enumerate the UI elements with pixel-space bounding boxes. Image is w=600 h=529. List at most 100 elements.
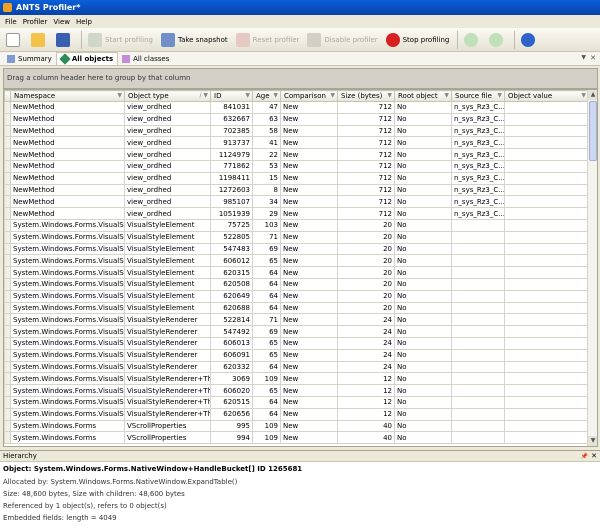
- menu-profiler[interactable]: Profiler: [20, 18, 51, 26]
- table-row[interactable]: System.Windows.Forms.VisualStylesVisualS…: [4, 254, 589, 268]
- table-cell: 109: [252, 372, 281, 386]
- col-header-size[interactable]: Size (bytes) ▼: [337, 90, 395, 102]
- table-cell: 994: [210, 431, 253, 445]
- table-row[interactable]: System.Windows.Forms.VisualStylesVisualS…: [4, 301, 589, 315]
- menu-file[interactable]: File: [2, 18, 20, 26]
- table-cell: NewMethod: [10, 159, 125, 173]
- menu-help[interactable]: Help: [73, 18, 95, 26]
- table-cell: 620332: [210, 360, 253, 374]
- table-cell: No: [394, 348, 452, 362]
- table-row[interactable]: NewMethod view_ordhed 1198411 15 New 712 No n_s…: [4, 171, 589, 185]
- stop-profiling-button[interactable]: Stop profiling: [383, 30, 453, 50]
- table-cell: view_ordhed: [124, 112, 211, 126]
- col-header-object-type[interactable]: Object type / ▼: [124, 90, 211, 102]
- close-tab-icon[interactable]: ✕: [590, 54, 596, 62]
- table-row[interactable]: System.Windows.Forms.VisualStylesVisualS…: [4, 242, 589, 256]
- table-row[interactable]: System.Windows.Forms.VisualStylesVisualS…: [4, 277, 589, 291]
- table-row[interactable]: System.Windows.Forms.VisualStylesVisualS…: [4, 230, 589, 244]
- table-cell: n_sys_Rz3_C...: [451, 159, 505, 173]
- table-row[interactable]: System.Windows.Forms.VisualStylesVisualS…: [4, 266, 589, 279]
- table-cell: 64: [252, 407, 281, 421]
- disable-profiler-button[interactable]: Disable profiler: [304, 30, 380, 50]
- table-row[interactable]: NewMethod view_ordhed 771862 53 New 712 No n_sy…: [4, 159, 589, 173]
- table-row[interactable]: NewMethod view_ordhed 702385 58 New 712 No n_sy…: [4, 124, 589, 138]
- table-row[interactable]: System.Windows.Forms.VisualStylesVisualS…: [4, 289, 589, 303]
- table-cell: 40: [337, 431, 395, 445]
- col-header-object-value[interactable]: Object value ▼: [504, 90, 589, 102]
- table-cell: System.Windows.Forms.VisualStyles: [10, 360, 125, 374]
- help-button[interactable]: [518, 30, 541, 50]
- table-cell: 12: [337, 395, 395, 409]
- table-row[interactable]: System.Windows.Forms.VisualStylesVisualS…: [4, 348, 589, 362]
- col-header-comparison[interactable]: Comparison ▼: [280, 90, 338, 102]
- table-cell: New: [280, 112, 338, 126]
- table-cell: view_ordhed: [124, 195, 211, 209]
- tab-summary[interactable]: Summary: [3, 52, 56, 65]
- col-header-age[interactable]: Age ▼: [252, 90, 281, 102]
- menu-view[interactable]: View: [50, 18, 73, 26]
- scroll-down-icon[interactable]: ▼: [588, 436, 597, 446]
- col-header-id[interactable]: ID ▼: [210, 90, 253, 102]
- table-row[interactable]: System.Windows.Forms VScrollProperties 995…: [4, 419, 589, 433]
- table-row[interactable]: NewMethod view_ordhed 985107 34 New 712 No n_sy…: [4, 195, 589, 209]
- table-cell: 712: [337, 112, 395, 126]
- reset-profiler-button[interactable]: Reset profiler: [233, 30, 303, 50]
- table-row[interactable]: NewMethod view_ordhed 841031 47 New 712 No n_sy…: [4, 101, 589, 114]
- disable-profiler-label: Disable profiler: [324, 35, 378, 44]
- toolbar-separator: [81, 30, 82, 49]
- hierarchy-size: Size: 48,600 bytes, Size with children: …: [3, 490, 185, 498]
- tab-all-classes[interactable]: All classes: [118, 52, 173, 65]
- table-cell: 771862: [210, 159, 253, 173]
- col-header-source-file[interactable]: Source file ▼: [451, 90, 505, 102]
- table-row[interactable]: NewMethod view_ordhed 1124979 22 New 712 No n_s…: [4, 148, 589, 161]
- table-cell: 712: [337, 136, 395, 150]
- pin-icon[interactable]: 📌: [581, 451, 588, 462]
- table-cell: view_ordhed: [124, 124, 211, 138]
- table-row[interactable]: System.Windows.Forms.VisualStylesVisualS…: [4, 407, 589, 421]
- table-cell: NewMethod: [10, 112, 125, 126]
- table-cell: No: [394, 101, 452, 114]
- forward-button[interactable]: [486, 30, 509, 50]
- table-row[interactable]: NewMethod view_ordhed 1272603 8 New 712 No n_sy…: [4, 183, 589, 197]
- table-cell: [451, 336, 505, 350]
- save-button[interactable]: [53, 30, 76, 50]
- table-row[interactable]: NewMethod view_ordhed 913737 41 New 712 No n_sy…: [4, 136, 589, 150]
- table-row[interactable]: System.Windows.Forms.VisualStylesVisualS…: [4, 325, 589, 338]
- scroll-up-icon[interactable]: ▲: [588, 90, 597, 100]
- col-header-namespace[interactable]: Namespace ▼: [10, 90, 125, 102]
- table-row[interactable]: System.Windows.Forms.VisualStylesVisualS…: [4, 384, 589, 397]
- table-cell: view_ordhed: [124, 136, 211, 150]
- table-cell: New: [280, 136, 338, 150]
- scroll-thumb[interactable]: [589, 101, 597, 161]
- table-cell: NewMethod: [10, 195, 125, 209]
- table-row[interactable]: System.Windows.Forms.VisualStylesVisualS…: [4, 313, 589, 327]
- back-button[interactable]: [461, 30, 484, 50]
- table-cell: [504, 301, 589, 315]
- tab-dropdown-icon[interactable]: ▼: [581, 54, 586, 61]
- table-cell: [504, 254, 589, 268]
- table-row[interactable]: NewMethod view_ordhed 632667 63 New 712 No n_sy…: [4, 112, 589, 126]
- table-row[interactable]: System.Windows.Forms.VisualStylesVisualS…: [4, 372, 589, 386]
- table-row[interactable]: NewMethod view_ordhed 1051939 29 New 712 No n_s…: [4, 207, 589, 220]
- table-row[interactable]: System.Windows.Forms.VisualStylesVisualS…: [4, 336, 589, 350]
- take-snapshot-button[interactable]: Take snapshot: [158, 30, 231, 50]
- table-cell: 65: [252, 384, 281, 397]
- table-cell: 75725: [210, 218, 253, 232]
- table-row[interactable]: System.Windows.Forms.VisualStylesVisualS…: [4, 218, 589, 232]
- table-cell: New: [280, 218, 338, 232]
- table-cell: [451, 395, 505, 409]
- table-cell: [504, 407, 589, 421]
- group-by-area[interactable]: Drag a column header here to group by th…: [3, 68, 598, 89]
- table-row[interactable]: System.Windows.Forms.VisualStylesVisualS…: [4, 360, 589, 374]
- new-button[interactable]: [3, 30, 26, 50]
- grid-vertical-scrollbar[interactable]: ▲ ▼: [587, 90, 597, 446]
- start-profiling-button[interactable]: Start profiling: [85, 30, 156, 50]
- table-row[interactable]: System.Windows.Forms.VisualStylesVisualS…: [4, 395, 589, 409]
- tab-all-objects[interactable]: All objects: [55, 52, 119, 65]
- col-header-root-object[interactable]: Root object ▼: [394, 90, 452, 102]
- table-row[interactable]: System.Windows.Forms VScrollProperties 994…: [4, 431, 589, 445]
- close-panel-icon[interactable]: ✕: [591, 451, 597, 462]
- open-button[interactable]: [28, 30, 51, 50]
- table-cell: [504, 325, 589, 338]
- table-cell: 712: [337, 195, 395, 209]
